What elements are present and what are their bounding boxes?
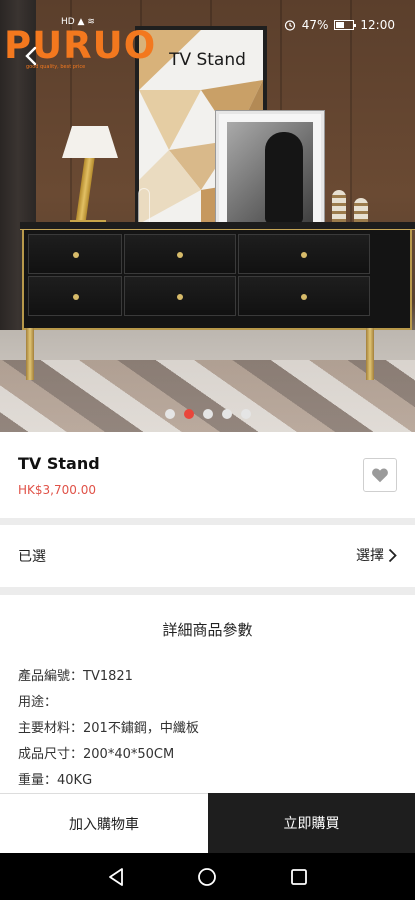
details-title: 詳細商品參數	[162, 621, 253, 639]
spec-material: 主要材料：201不鏽鋼，中纖板	[18, 721, 199, 736]
nav-recents-button[interactable]	[284, 862, 314, 892]
battery-percent: 47%	[301, 18, 329, 32]
carousel-dot[interactable]	[164, 409, 175, 419]
buy-now-button[interactable]: 立即購買	[208, 793, 415, 853]
nav-back-button[interactable]	[101, 862, 131, 892]
spec-dimensions: 成品尺寸：200*40*50CM	[18, 747, 175, 762]
carousel-dot-active[interactable]	[183, 409, 194, 419]
page-title: TV Stand	[169, 50, 246, 70]
carousel-dot[interactable]	[240, 409, 251, 419]
carousel-indicator	[0, 409, 415, 419]
battery-icon	[334, 20, 357, 30]
triangle-back-icon	[108, 867, 123, 886]
carousel-dot[interactable]	[202, 409, 213, 419]
tv-stand-cabinet	[20, 222, 415, 330]
option-selector[interactable]: 已選 選擇	[0, 525, 415, 587]
choose-label: 選擇	[356, 548, 384, 564]
carousel-dot[interactable]	[221, 409, 232, 419]
wine-glass	[138, 188, 150, 226]
spec-product-code: 產品編號：TV1821	[18, 669, 133, 684]
selected-label: 已選	[18, 549, 46, 565]
portrait-photo-frame	[216, 111, 324, 237]
circle-home-icon	[198, 867, 217, 886]
square-recents-icon	[291, 868, 308, 885]
add-to-cart-button[interactable]: 加入購物車	[0, 793, 208, 853]
spec-weight: 重量：40KG	[18, 773, 93, 788]
alarm-icon	[284, 20, 295, 31]
clock-time: 12:00	[360, 18, 395, 32]
chevron-right-icon	[388, 548, 397, 562]
spec-usage: 用途：	[18, 695, 58, 710]
choose-option-link[interactable]: 選擇	[356, 545, 397, 565]
product-info: TV Stand HK$3,700.00	[0, 432, 415, 518]
favorite-button[interactable]	[363, 458, 397, 492]
purchase-action-bar: 加入購物車 立即購買	[0, 793, 415, 853]
product-image-carousel[interactable]: HD ▲ ≋ 47% 12:00 PURUO good quality, bes…	[0, 0, 415, 432]
heart-icon	[372, 468, 388, 483]
nav-home-button[interactable]	[192, 862, 222, 892]
product-details: 詳細商品參數 產品編號：TV1821 用途： 主要材料：201不鏽鋼，中纖板 成…	[0, 595, 415, 795]
product-price: HK$3,700.00	[18, 483, 96, 497]
system-navigation-bar	[0, 853, 415, 900]
rug	[0, 360, 415, 432]
product-name: TV Stand	[18, 454, 100, 473]
